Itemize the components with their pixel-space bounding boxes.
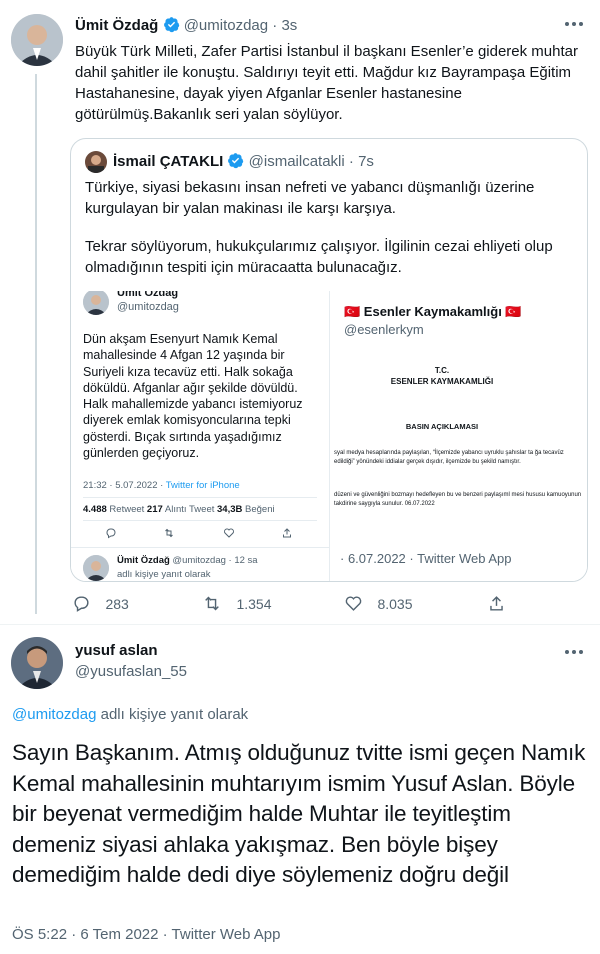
more-dots-icon[interactable] [562,12,586,36]
retweet-icon [165,528,173,538]
avatar-umit-image [11,14,63,66]
share-button[interactable] [487,594,506,614]
avatar-yusuf[interactable] [11,637,63,689]
author-name[interactable]: Ümit Özdağ [75,17,158,34]
reply-author-handle[interactable]: @yusufaslan_55 [75,663,187,680]
left-stat-like-n: 34,3B [217,504,243,515]
reply-icon [74,596,89,612]
quoted-image-left[interactable]: Ümit Özdağ @umitozdag Dün akşam Esenyurt… [71,291,330,581]
right-title: 🇹🇷 Esenler Kaymakamlığı 🇹🇷 [344,304,522,319]
left-divider-2 [83,520,317,521]
avatar-umit-footer [83,555,109,581]
right-doc-line2: ESENLER KAYMAKAMLIĞI [390,377,494,386]
author-handle[interactable]: @umitozdag [184,17,268,34]
left-actions [105,527,305,541]
left-stats: 4.488 Retweet 217 Alıntı Tweet 34,3B Beğ… [83,504,275,515]
avatar-umit-small [83,291,109,315]
quoted-header: İsmail ÇATAKLI @ismailcatakli · 7s [113,152,374,170]
right-doc-p1: syal medya hesaplarında paylaşılan, “İlç… [334,450,564,465]
left-text: Dün akşam Esenyurt Namık Kemal mahallesi… [83,332,303,461]
left-footer-line: Ümit Özdağ @umitozdag · 12 sa [117,555,258,566]
avatar-yusuf-image [11,637,63,689]
quoted-time[interactable]: 7s [358,153,374,170]
like-button[interactable]: 8.035 [344,594,413,614]
retweet-button[interactable]: 1.354 [202,594,272,614]
reply-meta: ÖS 5:22 · 6 Tem 2022 · Twitter Web App [12,926,281,943]
left-handle: @umitozdag [117,301,179,313]
tweet-separator [0,624,600,625]
retweet-count: 1.354 [236,596,272,612]
like-icon [224,528,234,538]
left-meta-time: 21:32 · 5.07.2022 · [83,480,166,491]
left-footer-reply: adlı kişiye yanıt olarak [117,569,211,580]
thread-line [35,74,37,614]
quoted-author-handle[interactable]: @ismailcatakli [249,153,345,170]
left-stat-quote-l: Alıntı Tweet [164,504,215,515]
tweet-action-bar: 283 1.354 8.035 [72,594,592,616]
left-divider-3 [71,547,329,548]
right-handle: @esenlerkym [344,322,424,337]
left-stat-quote-n: 217 [146,504,163,515]
quoted-text-p2: Tekrar söylüyorum, hukukçularımız çalışı… [85,238,553,276]
tweet-time[interactable]: 3s [281,17,297,34]
avatar-umit[interactable] [11,14,63,66]
reply-icon [106,528,116,539]
left-stat-retweet-l: Retweet [109,504,145,515]
tweet-text: Büyük Türk Milleti, Zafer Partisi İstanb… [75,43,578,123]
share-icon [490,596,503,611]
right-meta: · 6.07.2022 · Twitter Web App [340,551,512,566]
left-stat-retweet-n: 4.488 [83,504,107,515]
retweet-icon [205,596,219,611]
avatar-ismail[interactable] [85,151,107,173]
quoted-tweet[interactable]: İsmail ÇATAKLI @ismailcatakli · 7s Türki… [70,138,588,582]
reply-context: @umitozdag adlı kişiye yanıt olarak [12,706,248,723]
tweet-header: Ümit Özdağ @umitozdag · 3s [75,16,297,34]
quoted-text-p1: Türkiye, siyasi bekasını insan nefreti v… [85,179,535,217]
header-dot: · [272,17,278,34]
reply-author-name[interactable]: yusuf aslan [75,642,158,659]
left-footer-handle: @umitozdag · 12 sa [172,555,258,566]
more-dots-icon[interactable] [562,640,586,664]
quoted-header-dot: · [348,153,354,170]
quoted-image-right[interactable]: 🇹🇷 Esenler Kaymakamlığı 🇹🇷 @esenlerkym T… [332,291,587,581]
left-meta-source: Twitter for iPhone [165,480,240,491]
left-stat-like-l: Beğeni [245,504,275,515]
right-doc-heading: BASIN AÇIKLAMASI [405,422,479,431]
left-meta: 21:32 · 5.07.2022 · Twitter for iPhone [83,480,240,491]
left-name: Ümit Özdağ [117,291,179,299]
quoted-author-name[interactable]: İsmail ÇATAKLI [113,153,223,170]
like-icon [345,596,362,611]
reply-button[interactable]: 283 [72,594,129,614]
reply-to-text: adlı kişiye yanıt olarak [96,706,249,723]
left-footer-name: Ümit Özdağ [117,555,170,566]
right-doc-p2: düzeni ve güvenliğini bozmayı hedefleyen… [334,492,582,507]
right-doc-line1: T.C. [434,366,450,375]
verified-badge-icon [163,17,179,33]
right-meta-text: · 6.07.2022 · Twitter Web App [340,551,512,566]
reply-to-handle[interactable]: @umitozdag [12,706,96,723]
like-count: 8.035 [377,596,413,612]
reply-count: 283 [105,596,129,612]
verified-badge-icon [228,153,244,169]
share-icon [283,528,291,538]
reply-text: Sayın Başkanım. Atmış olduğunuz tvitte i… [12,740,586,887]
left-divider-1 [83,497,317,498]
